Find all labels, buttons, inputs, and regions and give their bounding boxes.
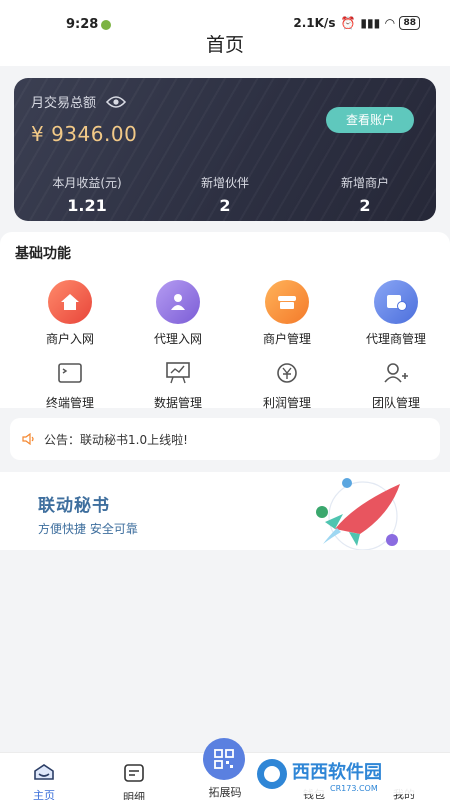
monthly-total-text: 月交易总额 (31, 96, 97, 111)
home-icon (48, 280, 92, 324)
stat-new-partners: 新增伙伴 2 (170, 174, 280, 215)
status-right: 2.1K/s ⏰ ▮▮▮ ◠ 88 (293, 16, 420, 30)
grid-label: 商户管理 (262, 332, 311, 346)
stat-new-merchants: 新增商户 2 (310, 174, 420, 215)
chart-board-icon (163, 358, 193, 388)
merchant-manage-button[interactable]: 商户管理 (237, 280, 337, 347)
stat-label: 新增伙伴 (200, 176, 249, 190)
qr-code-icon (214, 749, 234, 769)
announcement-text: 公告：联动秘书1.0上线啦! (44, 432, 188, 447)
stat-value: 2 (359, 196, 371, 215)
basic-functions-section: 基础功能 商户入网 代理入网 商户管理 代理商管理 终端管理 数据管理 利润管理… (0, 232, 450, 411)
terminal-icon (55, 358, 85, 388)
yuan-icon (272, 358, 302, 388)
qr-code-label: 拓展码 (208, 786, 242, 799)
banner-title: 联动秘书 (38, 496, 110, 516)
watermark-text: 西西软件园 (292, 761, 382, 783)
alarm-icon: ⏰ (340, 16, 356, 30)
stat-label: 新增商户 (340, 176, 389, 190)
monthly-total-amount: ¥ 9346.00 (31, 122, 138, 146)
promo-banner[interactable]: 联动秘书 方便快捷 安全可靠 (0, 472, 450, 550)
home-tab-icon (34, 764, 54, 780)
shop-icon (265, 280, 309, 324)
wifi-icon: ◠ (385, 16, 395, 30)
announcement-bar[interactable]: 公告：联动秘书1.0上线啦! (10, 418, 440, 460)
banner-subtitle: 方便快捷 安全可靠 (38, 522, 138, 536)
merchant-onboard-button[interactable]: 商户入网 (20, 280, 120, 347)
stat-value: 1.21 (67, 196, 107, 215)
watermark-logo: 西西软件园 CR173.COM (252, 754, 430, 794)
grid-label: 终端管理 (45, 396, 94, 410)
tab-label: 主页 (33, 789, 55, 800)
tab-home[interactable]: 主页 (14, 763, 74, 800)
section-title: 基础功能 (15, 246, 71, 262)
watermark-sub: CR173.COM (330, 784, 378, 793)
grid-label: 利润管理 (262, 396, 311, 410)
grid-label: 团队管理 (371, 396, 420, 410)
data-manage-button[interactable]: 数据管理 (128, 358, 228, 411)
stat-monthly-income: 本月收益(元) 1.21 (32, 174, 142, 215)
stat-label: 本月收益(元) (52, 176, 122, 190)
signal-icon: ▮▮▮ (360, 16, 381, 30)
app-notification-icon (101, 20, 111, 30)
eye-icon[interactable] (106, 95, 127, 109)
page-title: 首页 (0, 30, 450, 66)
rocket-illustration (316, 478, 400, 550)
grid-label: 代理商管理 (365, 332, 426, 346)
grid-label: 代理入网 (153, 332, 202, 346)
tab-details[interactable]: 明细 (104, 763, 164, 800)
grid-label: 数据管理 (153, 396, 202, 410)
details-tab-icon (124, 764, 144, 782)
battery-icon: 88 (399, 16, 420, 30)
agent-icon (156, 280, 200, 324)
speaker-icon (22, 433, 34, 445)
tab-label: 明细 (123, 791, 145, 800)
grid-label: 商户入网 (45, 332, 94, 346)
team-manage-button[interactable]: 团队管理 (346, 358, 446, 411)
profit-manage-button[interactable]: 利润管理 (237, 358, 337, 411)
view-account-button[interactable]: 查看账户 (326, 107, 414, 133)
agent-onboard-button[interactable]: 代理入网 (128, 280, 228, 347)
transaction-summary-card: 月交易总额 ¥ 9346.00 查看账户 本月收益(元) 1.21 新增伙伴 2… (14, 78, 436, 221)
network-speed: 2.1K/s (293, 16, 336, 30)
stat-value: 2 (219, 196, 231, 215)
agent-manage-button[interactable]: 代理商管理 (346, 280, 446, 347)
monthly-total-label: 月交易总额 (31, 92, 127, 111)
agent-badge-icon (374, 280, 418, 324)
terminal-manage-button[interactable]: 终端管理 (20, 358, 120, 411)
team-icon (381, 358, 411, 388)
qr-code-button[interactable] (203, 738, 245, 780)
